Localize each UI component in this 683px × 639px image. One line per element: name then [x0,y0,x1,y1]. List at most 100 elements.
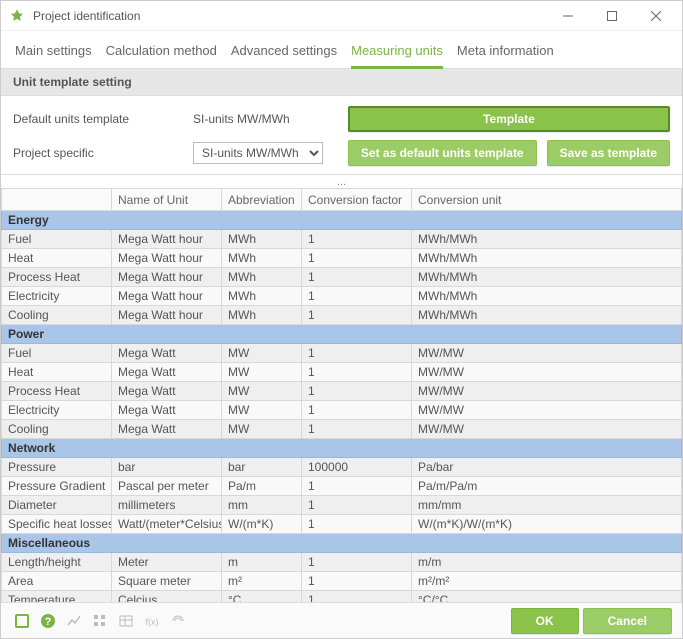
cell-k[interactable]: Specific heat losses [2,515,112,534]
table-row[interactable]: ElectricityMega Watt hourMWh1MWh/MWh [2,287,682,306]
table-row[interactable]: Specific heat lossesWatt/(meter*Celsius)… [2,515,682,534]
cell-k[interactable]: Electricity [2,287,112,306]
cell-a[interactable]: MW [222,363,302,382]
cell-u[interactable]: Pa/m/Pa/m [412,477,682,496]
cell-a[interactable]: MWh [222,249,302,268]
save-as-template-button[interactable]: Save as template [547,140,670,166]
table-row[interactable]: Length/heightMeterm1m/m [2,553,682,572]
cell-a[interactable]: bar [222,458,302,477]
cell-a[interactable]: Pa/m [222,477,302,496]
cell-k[interactable]: Diameter [2,496,112,515]
cell-k[interactable]: Heat [2,249,112,268]
cell-n[interactable]: Meter [112,553,222,572]
cell-n[interactable]: Mega Watt [112,382,222,401]
cell-k[interactable]: Fuel [2,230,112,249]
table-row[interactable]: ElectricityMega WattMW1MW/MW [2,401,682,420]
cell-a[interactable]: MWh [222,230,302,249]
cell-n[interactable]: Mega Watt hour [112,287,222,306]
col-conversion-factor[interactable]: Conversion factor [302,189,412,211]
cell-n[interactable]: Mega Watt [112,344,222,363]
cell-u[interactable]: Pa/bar [412,458,682,477]
cell-a[interactable]: m² [222,572,302,591]
cell-n[interactable]: Watt/(meter*Celsius) [112,515,222,534]
cell-a[interactable]: MW [222,401,302,420]
cell-n[interactable]: bar [112,458,222,477]
tab-main-settings[interactable]: Main settings [15,39,92,69]
cell-u[interactable]: MWh/MWh [412,249,682,268]
cell-u[interactable]: MWh/MWh [412,306,682,325]
cell-u[interactable]: MW/MW [412,363,682,382]
cell-k[interactable]: Pressure [2,458,112,477]
col-blank[interactable] [2,189,112,211]
cell-f[interactable]: 1 [302,249,412,268]
cell-n[interactable]: Mega Watt hour [112,230,222,249]
cell-k[interactable]: Electricity [2,401,112,420]
cell-u[interactable]: °C/°C [412,591,682,603]
signal-icon[interactable] [167,610,189,632]
cell-f[interactable]: 1 [302,591,412,603]
cell-k[interactable]: Length/height [2,553,112,572]
cell-u[interactable]: MW/MW [412,344,682,363]
table-row[interactable]: Process HeatMega WattMW1MW/MW [2,382,682,401]
tab-calculation-method[interactable]: Calculation method [106,39,217,69]
cell-f[interactable]: 1 [302,515,412,534]
cell-f[interactable]: 1 [302,401,412,420]
cell-u[interactable]: m²/m² [412,572,682,591]
cell-a[interactable]: mm [222,496,302,515]
cell-k[interactable]: Cooling [2,306,112,325]
ok-button[interactable]: OK [511,608,579,634]
cell-u[interactable]: MWh/MWh [412,268,682,287]
table-row[interactable]: HeatMega WattMW1MW/MW [2,363,682,382]
cell-k[interactable]: Temperature [2,591,112,603]
cell-n[interactable]: Mega Watt hour [112,249,222,268]
cell-f[interactable]: 1 [302,363,412,382]
cancel-button[interactable]: Cancel [583,608,672,634]
table-row[interactable]: Pressurebarbar100000Pa/bar [2,458,682,477]
grid-icon[interactable] [89,610,111,632]
tab-advanced-settings[interactable]: Advanced settings [231,39,337,69]
col-abbreviation[interactable]: Abbreviation [222,189,302,211]
col-conversion-unit[interactable]: Conversion unit [412,189,682,211]
cell-f[interactable]: 1 [302,268,412,287]
set-default-button[interactable]: Set as default units template [348,140,537,166]
table-row[interactable]: Pressure GradientPascal per meterPa/m1Pa… [2,477,682,496]
cell-a[interactable]: MW [222,344,302,363]
cell-k[interactable]: Area [2,572,112,591]
file-icon[interactable] [11,610,33,632]
function-icon[interactable]: f(x) [141,610,163,632]
cell-u[interactable]: W/(m*K)/W/(m*K) [412,515,682,534]
table-row[interactable]: FuelMega Watt hourMWh1MWh/MWh [2,230,682,249]
table-row[interactable]: AreaSquare meterm²1m²/m² [2,572,682,591]
tab-measuring-units[interactable]: Measuring units [351,39,443,69]
cell-a[interactable]: °C [222,591,302,603]
chart-line-icon[interactable] [63,610,85,632]
minimize-button[interactable] [546,1,590,30]
table-row[interactable]: Process HeatMega Watt hourMWh1MWh/MWh [2,268,682,287]
table-row[interactable]: CoolingMega Watt hourMWh1MWh/MWh [2,306,682,325]
cell-a[interactable]: MW [222,420,302,439]
table-icon[interactable] [115,610,137,632]
cell-u[interactable]: MWh/MWh [412,230,682,249]
cell-n[interactable]: Mega Watt [112,420,222,439]
cell-a[interactable]: MWh [222,268,302,287]
cell-n[interactable]: Pascal per meter [112,477,222,496]
cell-f[interactable]: 1 [302,344,412,363]
cell-u[interactable]: MW/MW [412,420,682,439]
cell-u[interactable]: m/m [412,553,682,572]
cell-k[interactable]: Pressure Gradient [2,477,112,496]
cell-f[interactable]: 1 [302,553,412,572]
help-icon[interactable]: ? [37,610,59,632]
cell-f[interactable]: 1 [302,306,412,325]
cell-n[interactable]: Mega Watt [112,401,222,420]
close-button[interactable] [634,1,678,30]
cell-f[interactable]: 100000 [302,458,412,477]
cell-n[interactable]: Mega Watt [112,363,222,382]
cell-n[interactable]: Mega Watt hour [112,268,222,287]
table-row[interactable]: CoolingMega WattMW1MW/MW [2,420,682,439]
cell-f[interactable]: 1 [302,382,412,401]
table-row[interactable]: TemperatureCelcius°C1°C/°C [2,591,682,603]
cell-k[interactable]: Cooling [2,420,112,439]
cell-f[interactable]: 1 [302,496,412,515]
table-row[interactable]: Diametermillimetersmm1mm/mm [2,496,682,515]
cell-u[interactable]: mm/mm [412,496,682,515]
